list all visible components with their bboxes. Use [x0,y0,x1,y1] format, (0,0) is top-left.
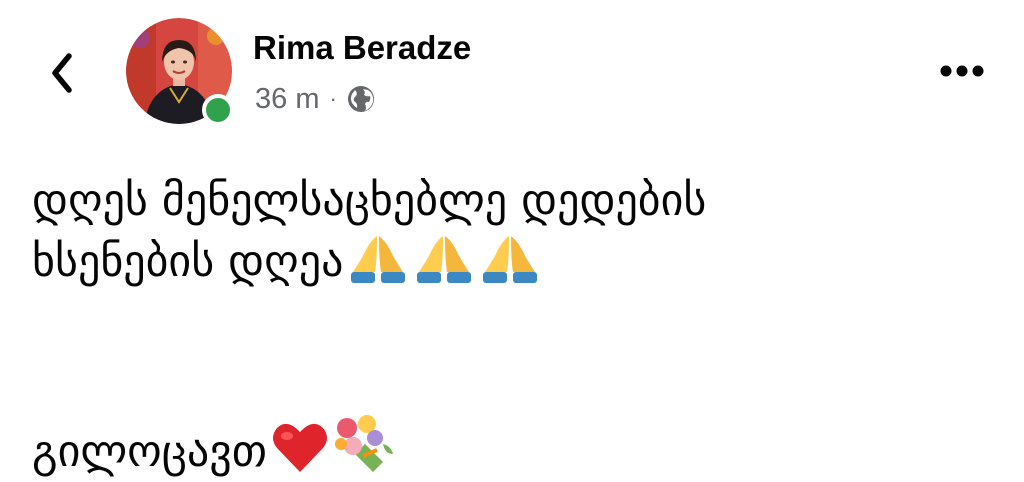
folded-hands-emoji [483,236,538,283]
post-text-segment: გილოცავთ [32,426,268,477]
post-meta: 36 m · [255,80,376,118]
post-text-line: დღეს მენელსაცხებლე დედების [32,175,707,226]
globe-icon[interactable] [346,84,376,114]
meta-separator: · [329,86,337,111]
chevron-left-icon [52,53,72,93]
post-text-line-with-emoji: ხსენების დღეა [32,231,992,292]
post-text-line-with-emoji: გილოცავთ [32,414,992,477]
more-options-button[interactable] [934,56,990,86]
more-horizontal-icon [940,65,984,77]
avatar[interactable] [126,18,234,126]
post-text-segment: ხსენების დღეა [32,236,344,287]
folded-hands-emoji [351,236,406,283]
back-button[interactable] [40,48,84,98]
bouquet-emoji [335,415,394,472]
red-heart-emoji [273,423,328,472]
folded-hands-emoji [417,236,472,283]
post-timestamp[interactable]: 36 m [255,83,319,116]
author-name[interactable]: Rima Beradze [253,28,471,68]
online-status-dot [202,94,234,126]
post-body: დღეს მენელსაცხებლე დედების ხსენების დღეა… [32,170,992,477]
